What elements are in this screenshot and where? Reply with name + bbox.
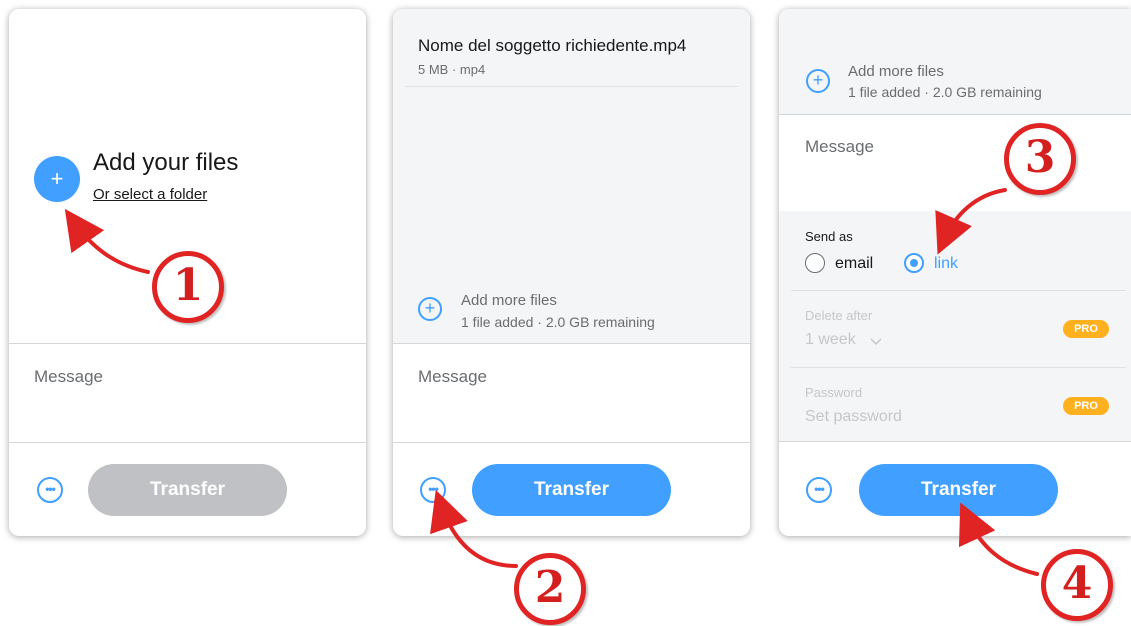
step-3-badge: 3 xyxy=(1004,123,1076,195)
arrow-step2 xyxy=(430,489,518,568)
arrow-step3 xyxy=(935,188,1007,255)
step-4-badge: 4 xyxy=(1041,549,1113,621)
step-2-badge: 2 xyxy=(514,553,586,625)
step-1-badge: 1 xyxy=(152,251,224,323)
arrow-step1 xyxy=(64,208,150,274)
arrow-step4 xyxy=(958,502,1039,576)
